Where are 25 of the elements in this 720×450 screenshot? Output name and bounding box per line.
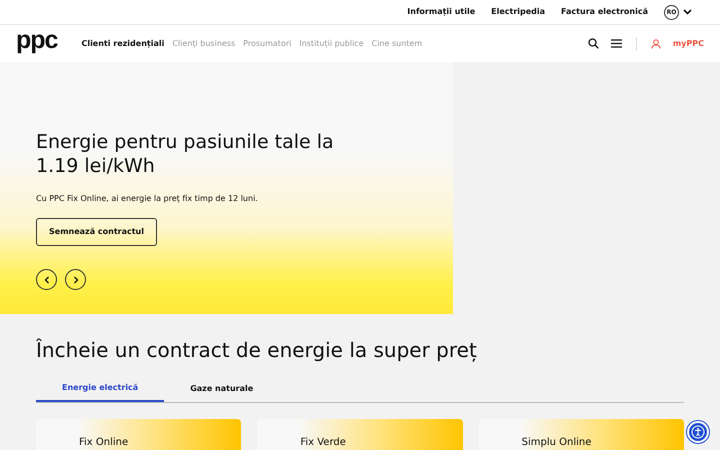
search-icon[interactable] bbox=[588, 38, 599, 49]
offer-card[interactable]: Fix Verde bbox=[257, 419, 463, 450]
logo[interactable]: ppc bbox=[16, 28, 58, 53]
chevron-left-icon bbox=[44, 276, 50, 284]
top-link[interactable]: Electripedia bbox=[491, 6, 546, 18]
previous-button[interactable] bbox=[36, 269, 57, 290]
chevron-down-icon[interactable] bbox=[683, 9, 692, 15]
hero-title: Energie pentru pasiunile tale la 1.19 lei/kWh bbox=[36, 130, 335, 178]
sign-contract-button[interactable]: Semnează contractul bbox=[36, 218, 157, 246]
offer-card[interactable]: Fix Online bbox=[36, 419, 242, 450]
chevron-right-icon bbox=[72, 276, 78, 284]
nav-link[interactable]: Clienti rezidențiali bbox=[81, 38, 164, 50]
user-icon[interactable] bbox=[650, 38, 661, 48]
menu-icon[interactable] bbox=[610, 39, 622, 48]
hero-text: Cu PPC Fix Online, ai energie la preț fix timp de 12 luni. bbox=[36, 193, 259, 205]
top-link[interactable]: Informații utile bbox=[407, 6, 476, 18]
next-button[interactable] bbox=[65, 269, 86, 290]
accessibility-icon bbox=[691, 425, 705, 439]
top-link[interactable]: Factura electronică bbox=[561, 6, 648, 18]
account-link[interactable]: myPPC bbox=[672, 38, 704, 50]
accessibility-button[interactable] bbox=[687, 421, 709, 443]
tab[interactable]: Energie electrică bbox=[36, 382, 164, 402]
offer-card[interactable]: Simplu Online bbox=[478, 419, 684, 450]
tab[interactable]: Gaze naturale bbox=[164, 382, 280, 402]
section-title: Încheie un contract de energie la super preț bbox=[36, 338, 478, 362]
